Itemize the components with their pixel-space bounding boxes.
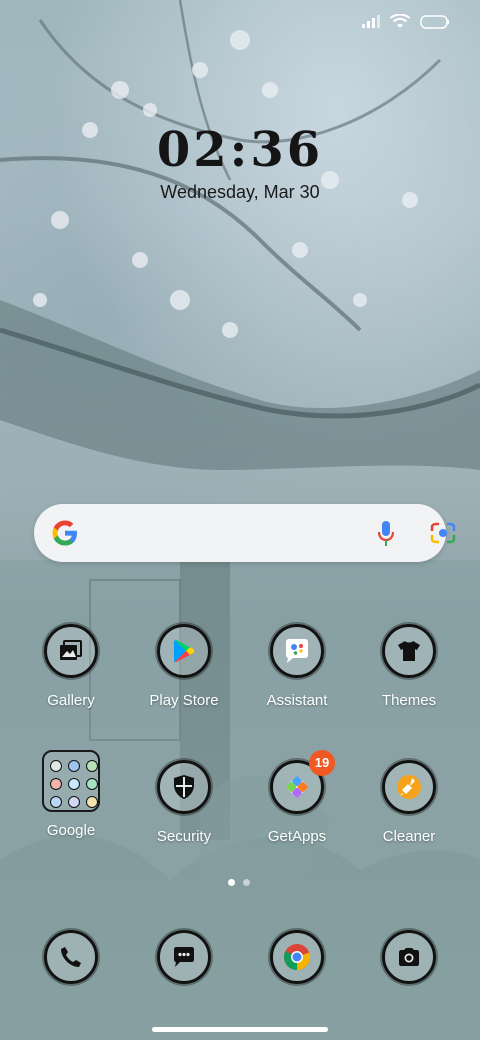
app-security[interactable]: Security	[134, 760, 234, 845]
dock-phone[interactable]	[21, 930, 121, 984]
app-label: Gallery	[47, 692, 95, 709]
battery-icon	[420, 14, 449, 29]
messages-icon	[157, 930, 211, 984]
themes-icon	[382, 624, 436, 678]
folder-icon	[42, 750, 100, 812]
app-assistant[interactable]: Assistant	[247, 624, 347, 709]
app-cleaner[interactable]: Cleaner	[359, 760, 459, 845]
camera-icon	[382, 930, 436, 984]
wifi-icon	[390, 14, 410, 28]
clock-date[interactable]: Wednesday, Mar 30	[0, 182, 480, 203]
app-label: GetApps	[267, 828, 327, 845]
app-play-store[interactable]: Play Store	[134, 624, 234, 709]
clock-time[interactable]: 02:36	[0, 122, 480, 178]
app-gallery[interactable]: Gallery	[21, 624, 121, 709]
assistant-icon	[270, 624, 324, 678]
page-dot[interactable]	[243, 879, 250, 886]
gesture-navigation-bar[interactable]	[152, 1027, 328, 1032]
mic-icon[interactable]	[378, 521, 394, 547]
cleaner-icon	[382, 760, 436, 814]
phone-icon	[44, 930, 98, 984]
chrome-icon	[270, 930, 324, 984]
page-dot-active[interactable]	[228, 879, 235, 886]
dock-camera[interactable]	[359, 930, 459, 984]
notification-badge: 19	[309, 750, 335, 776]
app-label: Google	[46, 822, 96, 839]
lens-icon[interactable]	[430, 521, 456, 545]
app-themes[interactable]: Themes	[359, 624, 459, 709]
status-bar	[362, 14, 450, 29]
page-indicator	[228, 879, 250, 886]
google-search-bar[interactable]	[34, 504, 456, 562]
app-label: Security	[156, 828, 212, 845]
app-label: Assistant	[266, 692, 328, 709]
app-label: Themes	[381, 692, 437, 709]
signal-icon	[362, 15, 380, 28]
app-label: Cleaner	[382, 828, 436, 845]
folder-google[interactable]: Google	[21, 750, 121, 839]
app-label: Play Store	[149, 692, 219, 709]
app-getapps[interactable]: 19 GetApps	[247, 750, 347, 845]
gallery-icon	[44, 624, 98, 678]
dock-chrome[interactable]	[247, 930, 347, 984]
dock-messages[interactable]	[134, 930, 234, 984]
security-icon	[157, 760, 211, 814]
play-store-icon	[157, 624, 211, 678]
google-g-icon	[52, 520, 77, 546]
